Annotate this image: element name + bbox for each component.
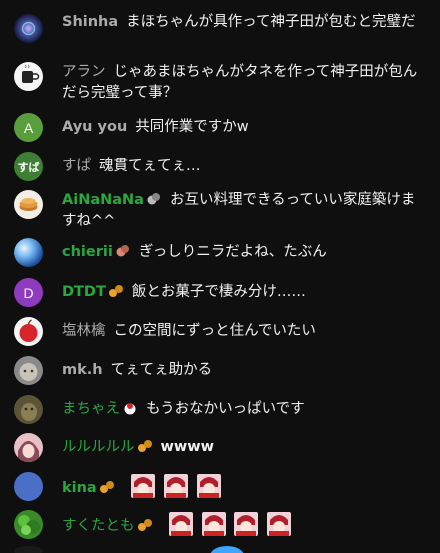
- mug-avatar-icon[interactable]: [14, 62, 43, 91]
- live-chat-list: Shinha まほちゃんが具作って神子田が包むと完璧だ アラン じゃあまほちゃんがタ…: [0, 0, 440, 553]
- author-name[interactable]: アラン: [62, 64, 106, 80]
- message-text: 共同作業ですかw: [135, 119, 249, 135]
- cat-avatar-icon[interactable]: [14, 356, 43, 385]
- message-text: この空間にずっと住んでいたい: [113, 323, 316, 339]
- avatar-letter: A: [23, 119, 34, 136]
- member-emote-icon: [234, 512, 259, 536]
- chat-message: ルルルルル wwww: [0, 433, 440, 465]
- author-name[interactable]: AiNaNaNa: [62, 192, 144, 208]
- animal-avatar-icon[interactable]: [14, 395, 43, 424]
- member-emote-icon: [201, 512, 226, 536]
- message-text: まほちゃんが具作って神子田が包むと完璧だ: [126, 14, 416, 30]
- chat-message: kina: [0, 471, 440, 505]
- apple-avatar-icon[interactable]: [14, 317, 43, 346]
- sphere-avatar-icon[interactable]: [14, 238, 43, 267]
- blue-avatar-icon[interactable]: [14, 472, 43, 501]
- author-name[interactable]: 塩林檎: [62, 323, 106, 339]
- next-message-partial: [14, 546, 43, 553]
- avatar[interactable]: D: [14, 278, 43, 307]
- member-badge-icon: [116, 245, 129, 257]
- author-name[interactable]: Ayu you: [62, 119, 127, 135]
- author-name[interactable]: chierii: [62, 244, 113, 260]
- member-badge-icon: [137, 519, 152, 531]
- member-emote-icon: [169, 512, 194, 536]
- author-name[interactable]: すぱ: [62, 158, 91, 174]
- message-text: もうおなかいっぱいです: [146, 401, 305, 417]
- member-badge-icon: [137, 440, 152, 452]
- emote-row: [123, 474, 221, 498]
- message-text: ぎっしりニラだよね、たぶん: [138, 244, 327, 260]
- member-badge-icon: [124, 403, 136, 415]
- chat-message: Shinha まほちゃんが具作って神子田が包むと完璧だ: [0, 8, 440, 54]
- member-emote-icon: [266, 512, 291, 536]
- member-badge-icon: [108, 285, 123, 297]
- leaf-avatar-icon[interactable]: [14, 510, 43, 539]
- member-emote-icon: [163, 474, 188, 498]
- message-text: 飯とお菓子で棲み分け……: [131, 284, 306, 300]
- message-text: 魂貫てぇてぇ…: [99, 158, 201, 174]
- chat-message: 塩林檎 この空間にずっと住んでいたい: [0, 317, 440, 349]
- author-name[interactable]: すくたとも: [62, 518, 135, 534]
- chat-message: まちゃえ もうおなかいっぱいです: [0, 395, 440, 427]
- pancake-avatar-icon[interactable]: [14, 190, 43, 219]
- author-name[interactable]: Shinha: [62, 14, 118, 30]
- avatar[interactable]: A: [14, 113, 43, 142]
- chat-message: A Ayu you 共同作業ですかw: [0, 113, 440, 145]
- member-badge-icon: [99, 481, 114, 493]
- chat-message: アラン じゃあまほちゃんがタネを作って神子田が包んだら完璧って事？: [0, 62, 440, 108]
- message-text: てぇてぇ助かる: [110, 362, 213, 378]
- chat-message: mk.h てぇてぇ助かる: [0, 356, 440, 388]
- avatar[interactable]: すば: [14, 152, 43, 181]
- chat-message: すば すぱ 魂貫てぇてぇ…: [0, 152, 440, 184]
- chat-message: AiNaNaNa お互い料理できるっていい家庭築けますね^^: [0, 188, 440, 234]
- message-text: wwww: [160, 439, 215, 455]
- member-badge-icon: [147, 193, 160, 205]
- author-name[interactable]: まちゃえ: [62, 401, 120, 417]
- chat-message: すくたとも: [0, 509, 440, 543]
- author-name[interactable]: mk.h: [62, 362, 103, 378]
- avatar-letter: すば: [17, 161, 40, 174]
- scroll-to-bottom-button[interactable]: [210, 546, 244, 553]
- author-name[interactable]: ルルルルル: [62, 439, 135, 455]
- anime-avatar-icon[interactable]: [14, 433, 43, 462]
- emote-row: [161, 512, 291, 536]
- avatar-letter: D: [23, 284, 34, 301]
- author-name[interactable]: kina: [62, 480, 97, 496]
- member-emote-icon: [196, 474, 221, 498]
- author-name[interactable]: DTDT: [62, 284, 106, 300]
- message-text: じゃあまほちゃんがタネを作って神子田が包んだら完璧って事？: [62, 64, 418, 101]
- chat-message: chierii ぎっしりニラだよね、たぶん: [0, 238, 440, 270]
- chat-message: D DTDT 飯とお菓子で棲み分け……: [0, 278, 440, 310]
- galaxy-avatar-icon[interactable]: [14, 14, 43, 43]
- member-emote-icon: [131, 474, 156, 498]
